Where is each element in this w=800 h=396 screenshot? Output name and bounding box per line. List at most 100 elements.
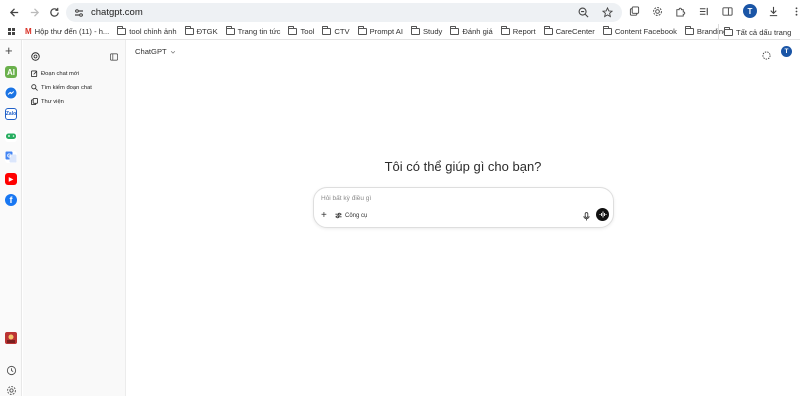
folder-icon [724,27,733,36]
menu-dots-icon[interactable] [789,4,800,18]
bookmark-label: Đánh giá [462,27,493,36]
gear-extension-icon[interactable] [650,4,664,18]
user-avatar[interactable]: T [781,46,792,57]
reading-list-icon[interactable] [697,4,711,18]
tools-button[interactable]: Công cụ [335,212,367,219]
address-bar[interactable]: chatgpt.com [66,3,622,22]
search-icon [31,84,38,91]
browser-side-panel: + AI Zalo G ▶ f [0,40,22,396]
temporary-chat-icon[interactable] [762,47,771,65]
browser-toolbar: chatgpt.com T [0,0,800,24]
bookmark-folder[interactable]: tool chỉnh ảnh [113,26,180,36]
chatgpt-logo-icon[interactable] [31,48,40,66]
bookmark-label: Content Facebook [614,27,677,36]
bookmark-folder[interactable]: Study [407,26,446,36]
reload-icon [49,7,59,17]
bookmark-label: Branding [696,27,728,36]
gmail-icon: M [25,27,32,36]
folder-icon [322,26,332,35]
bookmark-label: Trang tin tức [237,27,281,36]
bookmark-folder[interactable]: CTV [318,26,353,36]
add-panel-icon[interactable]: + [5,44,13,57]
bookmark-folder[interactable]: Prompt AI [354,26,407,36]
url-text: chatgpt.com [91,7,143,18]
sliders-icon [335,212,342,219]
new-chat-icon [31,70,38,77]
chat-sidebar: Đoạn chat mới Tìm kiếm đoạn chat Thư việ… [23,40,126,396]
model-name: ChatGPT [135,47,167,56]
forward-button[interactable] [24,2,44,22]
prompt-input[interactable] [321,195,561,202]
svg-text:G: G [7,154,11,160]
zoom-icon[interactable] [576,5,590,19]
microphone-icon[interactable] [581,211,591,221]
bookmark-star-icon[interactable] [600,5,614,19]
folder-icon [117,26,127,35]
back-button[interactable] [4,2,24,22]
tools-label: Công cụ [345,212,368,219]
bookmark-label: ĐTGK [196,27,218,36]
bookmark-label: Tool [300,27,315,36]
toolbar-right: T [697,4,800,18]
tab-search-icon[interactable] [627,4,641,18]
bookmark-label: Report [512,27,536,36]
bookmark-folder[interactable]: Report [497,26,540,36]
translate-icon[interactable]: G [5,151,17,163]
library-icon [31,98,38,105]
chat-composer: + Công cụ [313,187,614,228]
sidebar-item-search[interactable]: Tìm kiếm đoạn chat [31,84,92,91]
bookmark-folder[interactable]: Đánh giá [446,26,496,36]
arrow-right-icon [30,7,39,17]
bookmarks-divider [718,24,719,39]
chat-main: ChatGPT T Tôi có thể giúp gì cho bạn? + … [126,40,800,396]
bookmark-label: Study [422,27,443,36]
settings-icon[interactable] [5,384,17,396]
bookmark-folder[interactable]: ĐTGK [181,26,222,36]
bookmark-folder[interactable]: Content Facebook [599,26,681,36]
game-controller-icon[interactable] [5,130,17,142]
site-info-icon[interactable] [73,7,85,19]
puzzle-icon[interactable] [673,4,687,18]
bookmark-label: tool chỉnh ảnh [129,27,177,36]
model-selector[interactable]: ChatGPT [135,47,176,56]
sidebar-item-library[interactable]: Thư viện [31,98,64,105]
waveform-icon [599,211,606,218]
all-bookmarks-label: Tất cả dấu trang [736,28,792,37]
folder-icon [410,26,420,35]
sidebar-item-label: Thư viện [41,98,64,105]
bookmark-folder[interactable]: Tool [284,26,318,36]
bookmark-label: CTV [334,27,350,36]
bookmark-label: Hộp thư đến (11) - h... [34,27,110,36]
messenger-icon[interactable] [5,87,17,99]
voice-mode-button[interactable] [596,208,609,221]
game-app-icon[interactable] [5,332,17,344]
reload-button[interactable] [44,2,64,22]
history-icon[interactable] [5,364,17,376]
add-attachment-icon[interactable]: + [321,210,327,222]
zalo-icon[interactable]: Zalo [5,108,17,120]
folder-icon [288,26,298,35]
sidebar-item-label: Đoạn chat mới [41,70,79,77]
arrow-left-icon [9,7,18,17]
collapse-sidebar-icon[interactable] [110,48,118,66]
all-bookmarks-folder[interactable]: Tất cả dấu trang [724,27,792,37]
facebook-icon[interactable]: f [5,194,17,206]
folder-icon [602,26,612,35]
bookmark-label: CareCenter [555,27,595,36]
chevron-down-icon [170,50,175,54]
folder-icon [500,26,510,35]
apps-grid-icon[interactable] [8,28,15,35]
youtube-icon[interactable]: ▶ [5,173,17,185]
bookmark-folder[interactable]: CareCenter [540,26,599,36]
ai-app-icon[interactable]: AI [5,66,17,78]
download-icon[interactable] [766,4,780,18]
bookmark-folder[interactable]: Trang tin tức [222,26,285,36]
folder-icon [184,26,194,35]
bookmark-gmail[interactable]: M Hộp thư đến (11) - h... [21,27,113,36]
sidebar-item-new-chat[interactable]: Đoạn chat mới [31,70,79,77]
bookmarks-bar: M Hộp thư đến (11) - h... tool chỉnh ảnh… [0,24,800,40]
folder-icon [225,26,235,35]
profile-avatar[interactable]: T [743,4,757,18]
sidebar-panel-icon[interactable] [720,4,734,18]
folder-icon [684,26,694,35]
